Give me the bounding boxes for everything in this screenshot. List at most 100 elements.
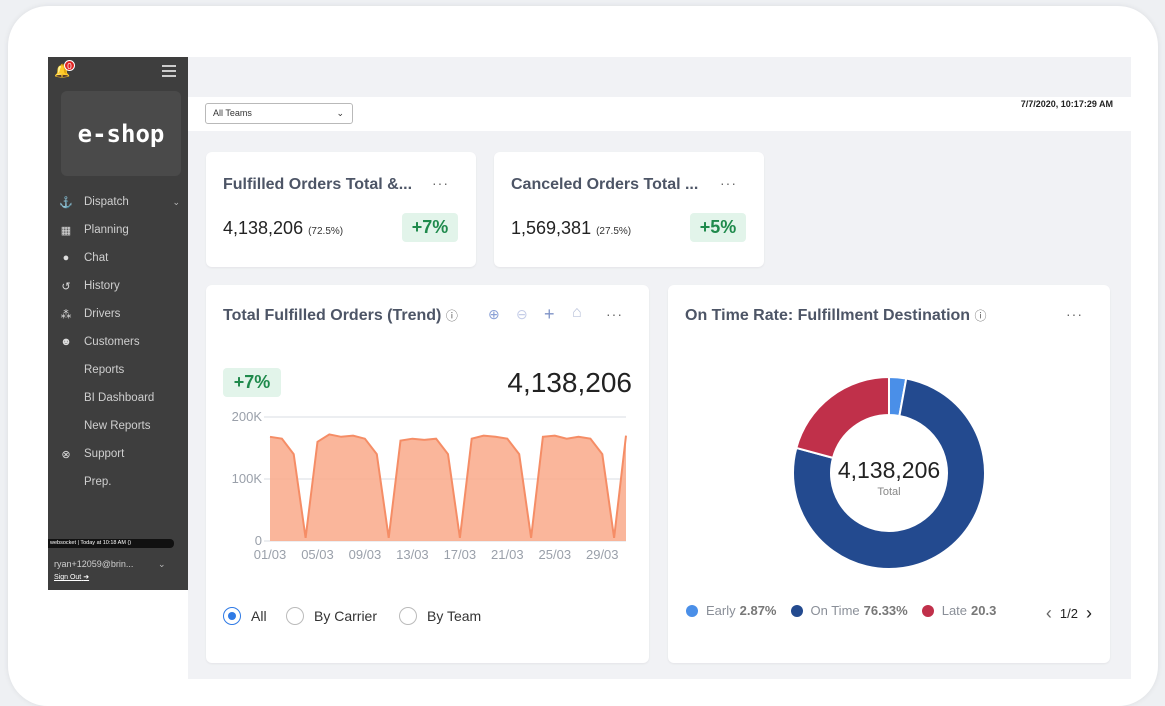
kpi-change-badge: +5%: [690, 213, 746, 242]
area-series: [270, 434, 626, 541]
x-tick-label: 01/03: [254, 547, 287, 562]
x-tick-label: 17/03: [444, 547, 477, 562]
datetime: 7/7/2020, 10:17:29 AM: [1020, 99, 1113, 109]
sidebar-item-bi-dashboard[interactable]: BI Dashboard: [48, 384, 188, 412]
chat-icon: ●: [62, 252, 70, 264]
sidebar-item-label: Chat: [84, 252, 109, 264]
team-select[interactable]: All Teams ⌄: [205, 103, 353, 124]
team-select-value: All Teams: [213, 108, 252, 118]
donut-center-label: Total: [877, 486, 900, 498]
logo: e-shop: [61, 91, 181, 176]
filter-label: All: [251, 608, 267, 624]
notification-badge: 0: [64, 60, 75, 71]
trend-card: Total Fulfilled Orders (Trend) ⓘ ⊕ ⊖ + ⌂…: [206, 285, 649, 663]
legend-value: 76.33%: [863, 603, 908, 618]
kpi-card-fulfilled: Fulfilled Orders Total &... ··· 4,138,20…: [206, 152, 476, 267]
kpi-value-number: 4,138,206: [223, 218, 304, 238]
zoom-out-icon[interactable]: ⊖: [516, 306, 528, 323]
chevron-down-icon[interactable]: ⌄: [158, 559, 166, 570]
legend-dot: [790, 604, 803, 617]
menu-icon[interactable]: [162, 65, 176, 77]
x-tick-label: 13/03: [396, 547, 429, 562]
legend-item-late[interactable]: Late 20.3: [921, 603, 996, 618]
donut-title: On Time Rate: Fulfillment Destination ⓘ: [685, 307, 987, 325]
donut-chart: 4,138,206 Total: [792, 375, 986, 570]
legend-dot: [686, 604, 698, 617]
radio-button[interactable]: [223, 607, 241, 625]
sidebar-header: 🔔 0: [48, 57, 188, 85]
sidebar-nav: ⚓ Dispatch ⌄ ▦ Planning ● Chat ↺ History ⁂ Drivers…: [48, 188, 188, 496]
chevron-down-icon: ⌄: [336, 108, 344, 118]
sign-out-icon: ➜: [83, 574, 90, 581]
sidebar-item-planning[interactable]: ▦ Planning: [48, 216, 188, 244]
legend-label: Early: [706, 603, 736, 618]
sidebar-item-drivers[interactable]: ⁂ Drivers: [48, 300, 188, 328]
x-tick-label: 09/03: [349, 547, 382, 562]
filter-by-carrier[interactable]: By Carrier: [286, 607, 377, 625]
more-options-icon[interactable]: ···: [432, 175, 449, 191]
kpi-value: 1,569,381 (27.5%): [511, 218, 631, 239]
legend-item-on-time[interactable]: On Time 76.33%: [790, 603, 908, 618]
donut-legend: Early 2.87% On Time 76.33% Late 20.3: [686, 603, 1010, 618]
legend-value: 2.87%: [739, 603, 777, 618]
sidebar: 🔔 0 e-shop ⚓ Dispatch ⌄ ▦ Planning ● Chat ↺ Hist…: [48, 57, 188, 590]
chevron-left-icon[interactable]: ‹: [1046, 603, 1052, 624]
info-icon[interactable]: ⓘ: [446, 309, 458, 323]
chevron-right-icon[interactable]: ›: [1086, 603, 1092, 624]
sidebar-item-support[interactable]: ⊗ Support: [48, 440, 188, 468]
donut-title-text: On Time Rate: Fulfillment Destination: [685, 307, 971, 324]
more-options-icon[interactable]: ···: [606, 306, 623, 322]
top-bar: All Teams ⌄ 7/7/2020, 10:17:29 AM: [188, 97, 1131, 131]
more-options-icon[interactable]: ···: [720, 175, 737, 191]
radio-button[interactable]: [286, 607, 304, 625]
anchor-icon: ⚓: [59, 196, 73, 209]
pan-icon[interactable]: +: [544, 304, 555, 325]
donut-center-value: 4,138,206: [838, 457, 940, 483]
kpi-value-percent: (72.5%): [308, 226, 344, 237]
sitemap-icon: ⁂: [60, 308, 72, 321]
x-tick-label: 05/03: [301, 547, 334, 562]
sidebar-item-dispatch[interactable]: ⚓ Dispatch ⌄: [48, 188, 188, 216]
sidebar-item-chat[interactable]: ● Chat: [48, 244, 188, 272]
legend-label: On Time: [810, 603, 860, 618]
sidebar-item-label: New Reports: [84, 420, 151, 432]
user-email[interactable]: ryan+12059@brin...: [54, 559, 133, 569]
radio-button[interactable]: [399, 607, 417, 625]
trend-change-badge: +7%: [223, 368, 281, 397]
kpi-title: Fulfilled Orders Total &...: [223, 176, 413, 193]
trend-total: 4,138,206: [507, 367, 632, 398]
legend-item-early[interactable]: Early 2.87%: [686, 603, 777, 618]
trend-title-text: Total Fulfilled Orders (Trend): [223, 307, 442, 324]
websocket-status: websocket | Today at 10:18 AM (): [48, 539, 174, 548]
filter-all[interactable]: All: [223, 607, 267, 625]
kpi-value-percent: (27.5%): [596, 226, 632, 237]
kpi-value: 4,138,206 (72.5%): [223, 218, 343, 239]
x-tick-label: 21/03: [491, 547, 524, 562]
y-tick-label: 100K: [232, 471, 263, 486]
calendar-icon: ▦: [60, 224, 72, 237]
sidebar-item-customers[interactable]: ☻ Customers: [48, 328, 188, 356]
more-options-icon[interactable]: ···: [1066, 306, 1083, 322]
sidebar-item-reports[interactable]: Reports: [48, 356, 188, 384]
info-icon[interactable]: ⓘ: [975, 309, 987, 323]
sidebar-item-label: Dispatch: [84, 196, 129, 208]
filter-label: By Team: [427, 608, 482, 624]
legend-page: 1/2: [1059, 606, 1078, 621]
sidebar-item-label: History: [84, 280, 120, 292]
home-icon[interactable]: ⌂: [572, 304, 582, 322]
legend-pager: ‹ 1/2 ›: [1046, 603, 1092, 624]
sidebar-item-new-reports[interactable]: New Reports: [48, 412, 188, 440]
filter-label: By Carrier: [314, 608, 378, 624]
chevron-down-icon[interactable]: ⌄: [172, 197, 180, 208]
sidebar-item-label: Prep.: [84, 476, 112, 488]
sidebar-item-label: BI Dashboard: [84, 392, 155, 404]
sidebar-item-prep[interactable]: Prep.: [48, 468, 188, 496]
filter-by-team[interactable]: By Team: [399, 607, 481, 625]
sign-out-link[interactable]: Sign Out ➜: [54, 573, 89, 581]
legend-label: Late: [941, 603, 968, 618]
sidebar-item-history[interactable]: ↺ History: [48, 272, 188, 300]
zoom-in-icon[interactable]: ⊕: [488, 306, 500, 323]
kpi-title: Canceled Orders Total ...: [511, 176, 699, 193]
donut-slice-late[interactable]: [795, 375, 890, 460]
trend-chart: 0 100K 200K 01/03 05/03 09/03 13/03 17/03 21/03 2…: [232, 409, 627, 562]
